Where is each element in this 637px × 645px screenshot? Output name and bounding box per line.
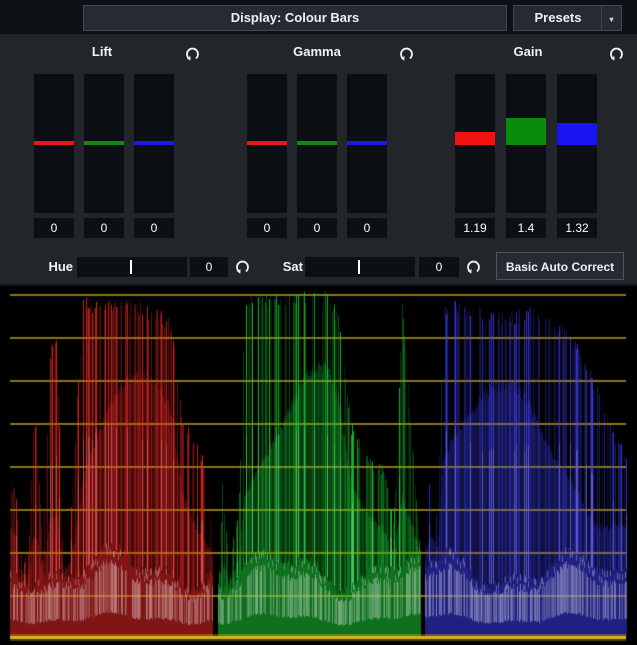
sat-slider[interactable] (305, 257, 415, 277)
sat-reset-icon[interactable] (465, 258, 482, 275)
sat-slider-tick (358, 260, 360, 274)
gain-green-handle[interactable] (506, 118, 546, 145)
gain-red-handle[interactable] (455, 132, 495, 145)
gamma-red-handle[interactable] (247, 141, 287, 145)
gamma-blue-value: 0 (347, 218, 387, 238)
basic-auto-correct-button[interactable]: Basic Auto Correct (496, 252, 624, 280)
gamma-green-value: 0 (297, 218, 337, 238)
gamma-green-handle[interactable] (297, 141, 337, 145)
gamma-blue-handle[interactable] (347, 141, 387, 145)
lift-green-value: 0 (84, 218, 124, 238)
presets-button[interactable]: Presets ▾ (513, 5, 622, 31)
presets-dropdown-button[interactable]: ▾ (601, 6, 621, 30)
lift-green-handle[interactable] (84, 141, 124, 145)
gamma-red-value: 0 (247, 218, 287, 238)
hue-value: 0 (190, 257, 228, 277)
gain-green-slider[interactable] (506, 74, 546, 213)
gain-red-value: 1.19 (455, 218, 495, 238)
sat-label: Sat (272, 259, 303, 274)
gamma-green-slider[interactable] (297, 74, 337, 213)
gamma-red-slider[interactable] (247, 74, 287, 213)
gain-green-value: 1.4 (506, 218, 546, 238)
lift-red-slider[interactable] (34, 74, 74, 213)
controls-panel: Display: Colour Bars Presets ▾ Lift Gamm… (0, 0, 637, 284)
hue-label: Hue (40, 259, 73, 274)
hue-slider[interactable] (77, 257, 187, 277)
gain-reset-icon[interactable] (608, 45, 625, 62)
lift-green-slider[interactable] (84, 74, 124, 213)
lift-blue-handle[interactable] (134, 141, 174, 145)
gain-section-label: Gain (502, 44, 554, 60)
sat-value: 0 (419, 257, 459, 277)
lift-blue-slider[interactable] (134, 74, 174, 213)
colour-correct-panel: Display: Colour Bars Presets ▾ Lift Gamm… (0, 0, 637, 645)
hue-reset-icon[interactable] (234, 258, 251, 275)
gamma-section-label: Gamma (290, 44, 344, 60)
presets-label: Presets (514, 6, 602, 30)
gain-blue-handle[interactable] (557, 123, 597, 145)
display-mode-button[interactable]: Display: Colour Bars (83, 5, 507, 31)
rgb-parade-waveform-scope (0, 284, 637, 645)
lift-section-label: Lift (80, 44, 124, 60)
lift-red-handle[interactable] (34, 141, 74, 145)
gain-blue-value: 1.32 (557, 218, 597, 238)
gain-red-slider[interactable] (455, 74, 495, 213)
hue-slider-tick (130, 260, 132, 274)
gain-blue-slider[interactable] (557, 74, 597, 213)
lift-red-value: 0 (34, 218, 74, 238)
chevron-down-icon: ▾ (609, 15, 613, 24)
lift-blue-value: 0 (134, 218, 174, 238)
lift-reset-icon[interactable] (184, 45, 201, 62)
gamma-blue-slider[interactable] (347, 74, 387, 213)
gamma-reset-icon[interactable] (398, 45, 415, 62)
